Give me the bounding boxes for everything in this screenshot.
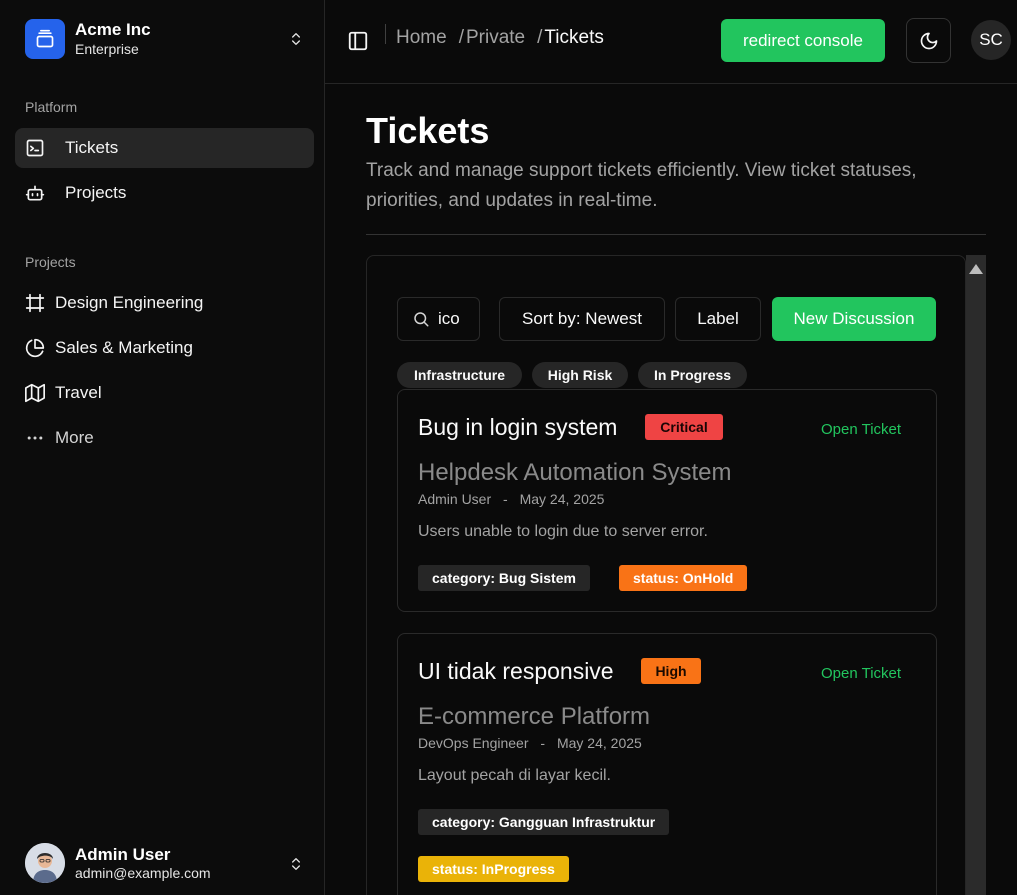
panel-left-icon xyxy=(348,31,368,51)
sidebar-item-label: Tickets xyxy=(65,138,119,157)
sidebar-item-projects[interactable]: Projects xyxy=(15,173,314,213)
scroll-up-arrow-icon[interactable] xyxy=(969,264,983,274)
sidebar-item-more[interactable]: More xyxy=(15,418,314,458)
open-ticket-link[interactable]: Open Ticket xyxy=(821,665,901,682)
map-icon xyxy=(25,383,45,403)
sidebar-item-label: Travel xyxy=(55,383,102,402)
team-logo-icon xyxy=(25,19,65,59)
pie-chart-icon xyxy=(25,338,45,358)
platform-group-label: Platform xyxy=(25,99,78,115)
projects-group-label: Projects xyxy=(25,254,76,270)
theme-toggle-button[interactable] xyxy=(906,18,951,63)
user-email: admin@example.com xyxy=(75,864,211,881)
meta-separator: - xyxy=(540,735,546,751)
sidebar-item-design-engineering[interactable]: Design Engineering xyxy=(15,283,314,323)
sidebar: Acme Inc Enterprise Platform Tickets Pro… xyxy=(0,0,325,895)
moon-icon xyxy=(920,32,937,49)
sidebar-item-label: Projects xyxy=(65,183,127,202)
scrollbar[interactable] xyxy=(966,255,986,895)
ticket-author: Admin User xyxy=(418,491,492,507)
chevrons-up-down-icon xyxy=(292,33,300,45)
team-switcher[interactable]: Acme Inc Enterprise xyxy=(25,17,310,61)
user-menu[interactable]: Admin User admin@example.com xyxy=(25,842,310,884)
breadcrumb-home[interactable]: Home xyxy=(396,27,447,49)
breadcrumb-private[interactable]: Private xyxy=(466,27,525,49)
ticket-description: Users unable to login due to server erro… xyxy=(418,523,708,540)
chevrons-up-down-icon xyxy=(292,858,300,870)
breadcrumb-separator: / xyxy=(458,27,464,48)
sidebar-item-sales-marketing[interactable]: Sales & Marketing xyxy=(15,328,314,368)
account-avatar[interactable]: SC xyxy=(971,20,1011,60)
divider xyxy=(366,234,986,235)
category-tag: category: Bug Sistem xyxy=(418,565,590,591)
sidebar-item-tickets[interactable]: Tickets xyxy=(15,128,314,168)
sort-button[interactable]: Sort by: Newest xyxy=(499,297,665,341)
ticket-meta: Admin User - May 24, 2025 xyxy=(418,491,604,507)
team-plan: Enterprise xyxy=(75,40,139,57)
ticket-title: Bug in login system xyxy=(418,414,618,440)
redirect-console-button[interactable]: redirect console xyxy=(721,19,885,62)
priority-badge: High xyxy=(641,658,701,684)
label-button[interactable]: Label xyxy=(675,297,761,341)
meta-separator: - xyxy=(503,491,508,507)
sidebar-item-travel[interactable]: Travel xyxy=(15,373,314,413)
user-name: Admin User xyxy=(75,844,171,864)
search-box[interactable] xyxy=(397,297,480,341)
team-name: Acme Inc xyxy=(75,20,151,40)
new-discussion-button[interactable]: New Discussion xyxy=(772,297,936,341)
ticket-description: Layout pecah di layar kecil. xyxy=(418,767,611,784)
ticket-title: UI tidak responsive xyxy=(418,658,614,684)
sidebar-toggle-button[interactable] xyxy=(347,30,369,52)
ticket-project: Helpdesk Automation System xyxy=(418,459,732,486)
breadcrumb-separator: / xyxy=(537,27,543,48)
page-title: Tickets xyxy=(366,110,490,151)
ticket-card[interactable]: Bug in login system Critical Open Ticket… xyxy=(397,389,937,612)
priority-badge: Critical xyxy=(645,414,723,440)
header-divider xyxy=(385,24,386,44)
search-input[interactable] xyxy=(438,309,478,329)
more-horizontal-icon xyxy=(25,428,45,448)
sidebar-item-label: Sales & Marketing xyxy=(55,338,193,357)
ticket-project: E-commerce Platform xyxy=(418,703,651,730)
search-icon xyxy=(414,312,429,327)
ticket-card[interactable]: UI tidak responsive High Open Ticket E-c… xyxy=(397,633,937,895)
status-badge: status: InProgress xyxy=(418,856,569,882)
open-ticket-link[interactable]: Open Ticket xyxy=(821,421,901,438)
filter-tag[interactable]: Infrastructure xyxy=(397,362,522,388)
breadcrumb: Home / Private / Tickets xyxy=(396,27,604,49)
frame-icon xyxy=(25,293,45,313)
terminal-square-icon xyxy=(25,138,45,158)
ticket-author: DevOps Engineer xyxy=(418,735,529,751)
filter-tag[interactable]: High Risk xyxy=(532,362,628,388)
status-badge: status: OnHold xyxy=(619,565,748,591)
tickets-panel: Sort by: Newest Label New Discussion Inf… xyxy=(366,255,966,895)
filter-tag[interactable]: In Progress xyxy=(638,362,747,388)
ticket-date: May 24, 2025 xyxy=(519,491,605,507)
breadcrumb-current: Tickets xyxy=(544,27,604,48)
avatar xyxy=(25,843,65,883)
sidebar-item-label: More xyxy=(55,428,94,447)
bot-icon xyxy=(25,183,45,203)
sidebar-item-label: Design Engineering xyxy=(55,293,204,312)
ticket-meta: DevOps Engineer - May 24, 2025 xyxy=(418,735,642,751)
category-tag: category: Gangguan Infrastruktur xyxy=(418,809,670,835)
ticket-date: May 24, 2025 xyxy=(556,735,642,751)
page-description: Track and manage support tickets efficie… xyxy=(366,160,917,211)
top-header: Home / Private / Tickets redirect consol… xyxy=(325,0,1017,84)
